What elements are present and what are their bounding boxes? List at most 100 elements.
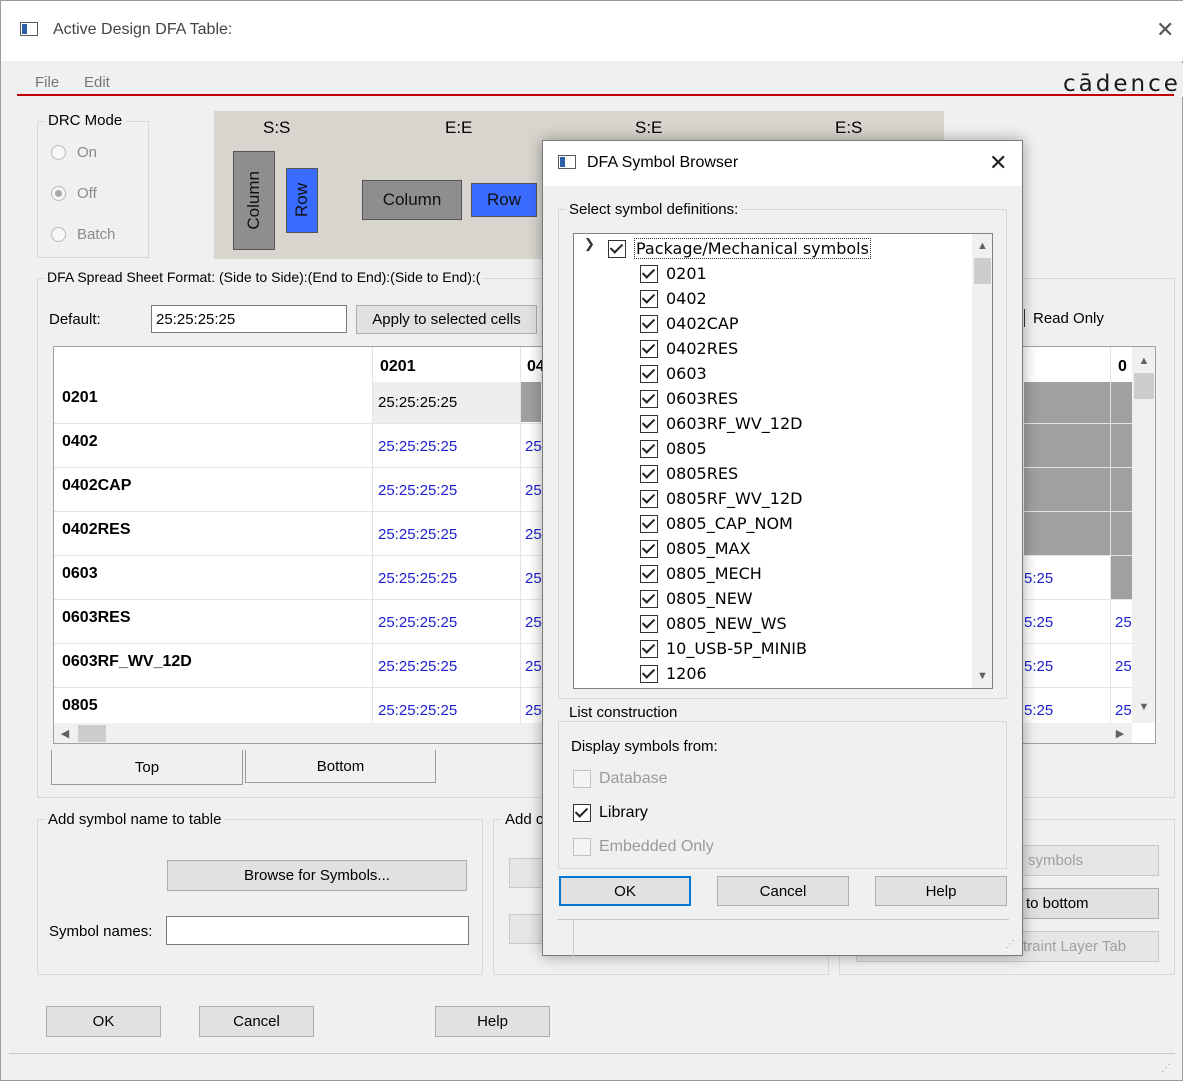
help-button[interactable]: Help bbox=[435, 1006, 550, 1037]
apply-to-selected-button[interactable]: Apply to selected cells bbox=[356, 305, 537, 334]
symbol-item[interactable]: 0603 bbox=[640, 361, 707, 386]
resize-grip-icon[interactable]: ⋰ bbox=[1161, 1063, 1171, 1074]
symbol-checkbox[interactable] bbox=[640, 339, 658, 358]
symbol-checkbox[interactable] bbox=[640, 314, 658, 333]
table-cell[interactable]: 25 bbox=[525, 702, 542, 719]
to-bottom-button[interactable]: to bottom bbox=[1001, 888, 1159, 919]
list-scroll-down-icon[interactable]: ▼ bbox=[972, 668, 992, 684]
library-option[interactable]: Library bbox=[573, 800, 648, 825]
symbol-item[interactable]: 0805_MECH bbox=[640, 561, 762, 586]
row-header-0402cap[interactable]: 0402CAP bbox=[62, 477, 131, 495]
dialog-resize-grip-icon[interactable]: ⋰ bbox=[1005, 939, 1015, 950]
browse-symbols-button[interactable]: Browse for Symbols... bbox=[167, 860, 467, 891]
symbol-checkbox[interactable] bbox=[640, 289, 658, 308]
table-cell[interactable]: 25 bbox=[525, 614, 542, 631]
symbol-item[interactable]: 0805_MAX bbox=[640, 536, 750, 561]
close-icon[interactable]: ✕ bbox=[1156, 19, 1174, 41]
tree-collapse-icon[interactable]: ❯ bbox=[584, 236, 595, 252]
symbol-checkbox[interactable] bbox=[640, 514, 658, 533]
symbol-checkbox[interactable] bbox=[640, 264, 658, 283]
table-cell[interactable]: 25:25:25:25 bbox=[378, 658, 457, 675]
database-checkbox[interactable] bbox=[573, 769, 591, 788]
table-cell[interactable]: 25 bbox=[525, 658, 542, 675]
menu-file[interactable]: File bbox=[35, 74, 59, 91]
table-cell[interactable]: 25:25:25:25 bbox=[378, 438, 457, 455]
symbol-item[interactable]: 0805 bbox=[640, 436, 707, 461]
symbol-item[interactable]: 10_USB-5P_MINIB bbox=[640, 636, 807, 661]
row-header-0603rf-wv-12d[interactable]: 0603RF_WV_12D bbox=[62, 653, 192, 671]
symbol-item[interactable]: 0402 bbox=[640, 286, 707, 311]
database-option[interactable]: Database bbox=[573, 766, 668, 791]
row-header-0402res[interactable]: 0402RES bbox=[62, 521, 131, 539]
symbol-item[interactable]: 0603RF_WV_12D bbox=[640, 411, 802, 436]
table-cell[interactable]: 25 bbox=[525, 526, 542, 543]
symbol-item[interactable]: 0805RF_WV_12D bbox=[640, 486, 802, 511]
drc-batch-radio[interactable] bbox=[51, 227, 66, 242]
table-cell[interactable]: 25 bbox=[525, 482, 542, 499]
symbol-checkbox[interactable] bbox=[640, 414, 658, 433]
table-cell[interactable]: 5:25 bbox=[1024, 658, 1053, 675]
scroll-left-icon[interactable]: ◀ bbox=[56, 725, 74, 742]
row-header-0603[interactable]: 0603 bbox=[62, 565, 98, 583]
symbol-checkbox[interactable] bbox=[640, 589, 658, 608]
symbol-item[interactable]: 0805_NEW bbox=[640, 586, 753, 611]
drc-off-radio[interactable] bbox=[51, 186, 66, 201]
symbol-checkbox[interactable] bbox=[640, 489, 658, 508]
col-header-0201[interactable]: 0201 bbox=[380, 358, 416, 376]
table-cell[interactable]: 25:25:25:25 bbox=[378, 614, 457, 631]
symbol-list-scrollbar[interactable] bbox=[972, 234, 992, 688]
ok-button[interactable]: OK bbox=[46, 1006, 161, 1037]
menu-edit[interactable]: Edit bbox=[84, 74, 110, 91]
table-cell[interactable]: 25:25:25:25 bbox=[378, 702, 457, 719]
symbol-item[interactable]: 0805_NEW_WS bbox=[640, 611, 787, 636]
table-cell[interactable]: 25 bbox=[525, 570, 542, 587]
scroll-up-icon[interactable]: ▲ bbox=[1132, 353, 1155, 369]
dialog-ok-button[interactable]: OK bbox=[559, 876, 691, 906]
symbol-item[interactable]: 0402RES bbox=[640, 336, 738, 361]
table-cell[interactable]: 5:25 bbox=[1024, 702, 1053, 719]
symbol-checkbox[interactable] bbox=[640, 614, 658, 633]
symbol-names-input[interactable] bbox=[166, 916, 469, 945]
table-cell[interactable]: 25 bbox=[525, 438, 542, 455]
table-cell[interactable]: 25 bbox=[1115, 702, 1132, 719]
table-cell[interactable]: 25:25:25:25 bbox=[378, 526, 457, 543]
tree-root[interactable]: Package/Mechanical symbols bbox=[608, 236, 871, 261]
table-cell[interactable]: 25:25:25:25 bbox=[378, 482, 457, 499]
table-cell[interactable]: 25:25:25:25 bbox=[378, 394, 457, 411]
embedded-option[interactable]: Embedded Only bbox=[573, 834, 714, 859]
symbol-checkbox[interactable] bbox=[640, 539, 658, 558]
symbol-checkbox[interactable] bbox=[640, 389, 658, 408]
row-header-0603res[interactable]: 0603RES bbox=[62, 609, 131, 627]
symbol-tree[interactable]: ❯ Package/Mechanical symbols 0201 0402 0… bbox=[573, 233, 993, 689]
row-header-0805[interactable]: 0805 bbox=[62, 697, 98, 715]
symbol-list-thumb[interactable] bbox=[974, 258, 991, 284]
symbol-checkbox[interactable] bbox=[640, 664, 658, 683]
tree-root-checkbox[interactable] bbox=[608, 239, 626, 258]
symbol-item[interactable]: 0201 bbox=[640, 261, 707, 286]
col-header-0[interactable]: 0 bbox=[1118, 358, 1127, 376]
symbol-checkbox[interactable] bbox=[640, 464, 658, 483]
symbol-item[interactable]: 0805_CAP_NOM bbox=[640, 511, 793, 536]
symbol-item[interactable]: 0603RES bbox=[640, 386, 738, 411]
library-checkbox[interactable] bbox=[573, 803, 591, 822]
symbol-item[interactable]: 0805RES bbox=[640, 461, 738, 486]
symbol-checkbox[interactable] bbox=[640, 564, 658, 583]
symbol-checkbox[interactable] bbox=[640, 639, 658, 658]
embedded-checkbox[interactable] bbox=[573, 837, 591, 856]
table-hscroll-thumb[interactable] bbox=[78, 725, 106, 742]
row-header-0402[interactable]: 0402 bbox=[62, 433, 98, 451]
symbols-button[interactable]: symbols bbox=[1001, 845, 1159, 876]
scroll-down-icon[interactable]: ▼ bbox=[1132, 699, 1155, 715]
tab-top[interactable]: Top bbox=[51, 750, 243, 785]
symbol-item[interactable]: 1206 bbox=[640, 661, 707, 686]
list-scroll-up-icon[interactable]: ▲ bbox=[972, 238, 992, 254]
cancel-button[interactable]: Cancel bbox=[199, 1006, 314, 1037]
scroll-right-icon[interactable]: ▶ bbox=[1110, 725, 1130, 742]
table-vscroll-thumb[interactable] bbox=[1134, 373, 1154, 399]
dialog-help-button[interactable]: Help bbox=[875, 876, 1007, 906]
table-cell[interactable]: 5:25 bbox=[1024, 570, 1053, 587]
symbol-checkbox[interactable] bbox=[640, 364, 658, 383]
table-cell[interactable]: 25 bbox=[1115, 614, 1132, 631]
symbol-item[interactable]: 0402CAP bbox=[640, 311, 738, 336]
row-header-0201[interactable]: 0201 bbox=[62, 389, 98, 407]
